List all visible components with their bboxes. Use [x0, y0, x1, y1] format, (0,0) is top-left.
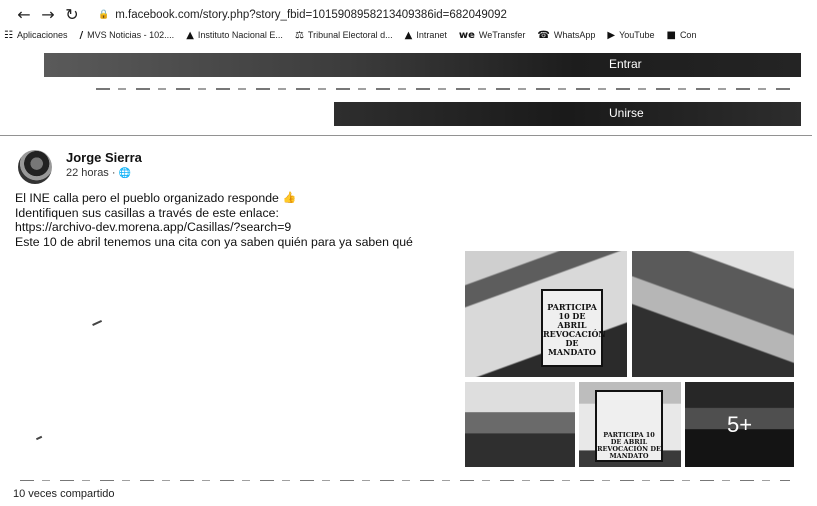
bookmark-label: WhatsApp	[553, 30, 596, 40]
bookmark-item[interactable]: ▲ Intranet	[405, 30, 447, 41]
reload-icon[interactable]: ↻	[62, 5, 82, 25]
divider	[20, 480, 790, 481]
post-link[interactable]: https://archivo-dev.morena.app/Casillas/…	[15, 220, 291, 235]
more-photos-count: 5+	[685, 382, 794, 467]
thumbs-up-icon: 👍	[282, 191, 297, 204]
post-time-text: 22 horas	[66, 167, 109, 179]
avatar[interactable]	[18, 150, 52, 184]
bookmarks-bar: ☷ Aplicaciones / MVS Noticias - 102.... ▲ Ins…	[0, 26, 817, 44]
scan-artifact	[96, 88, 796, 90]
bookmark-item[interactable]: we WeTransfer	[459, 30, 526, 41]
post-line-2: Identifiquen sus casillas a través de es…	[15, 205, 279, 220]
bookmark-item[interactable]: / MVS Noticias - 102....	[80, 30, 175, 41]
bookmark-icon: ▲	[186, 29, 194, 41]
post-photo-3[interactable]	[465, 382, 575, 467]
scan-artifact	[35, 435, 43, 440]
bookmark-label: Aplicaciones	[16, 30, 68, 40]
post-photo-2[interactable]	[632, 251, 794, 377]
bookmark-label: Con	[679, 30, 697, 40]
lock-icon: 🔒	[98, 10, 110, 20]
post-photo-4[interactable]: PARTICIPA 10 DE ABRIL REVOCACIÓN DE MAND…	[579, 382, 681, 467]
bookmark-item[interactable]: ⚖ Tribunal Electoral d...	[295, 30, 393, 41]
divider	[0, 135, 812, 136]
post-text: El INE calla pero el pueblo organizado r…	[15, 191, 413, 249]
address-bar[interactable]: 🔒 m.facebook.com/story.php?story_fbid=10…	[98, 9, 507, 21]
post-line-1: El INE calla pero el pueblo organizado r…	[15, 191, 279, 205]
bookmark-label: WeTransfer	[478, 30, 526, 40]
bookmark-label: Instituto Nacional E...	[197, 30, 283, 40]
bookmark-label: YouTube	[619, 30, 655, 40]
photo-sign-text-small: PARTICIPA 10 DE ABRIL REVOCACIÓN DE MAND…	[595, 390, 663, 462]
unirse-button[interactable]: Unirse	[334, 102, 801, 126]
bookmark-item[interactable]: ▲ Instituto Nacional E...	[186, 30, 283, 41]
bookmark-item[interactable]: ▶ YouTube	[607, 30, 654, 41]
forward-arrow-icon[interactable]: →	[38, 5, 58, 25]
youtube-icon: ▶	[607, 29, 616, 41]
post-time[interactable]: 22 horas · 🌐	[66, 167, 131, 179]
apps-icon: ☷	[4, 29, 13, 41]
bookmark-item[interactable]: ■ Con	[666, 30, 696, 41]
scan-artifact	[92, 319, 102, 326]
bookmark-label: Intranet	[416, 30, 447, 40]
bookmark-item[interactable]: ☷ Aplicaciones	[4, 30, 68, 41]
unirse-label: Unirse	[609, 106, 644, 120]
entrar-button[interactable]: Entrar	[44, 53, 801, 77]
bookmark-icon: ■	[666, 29, 676, 41]
share-count[interactable]: 10 veces compartido	[13, 488, 115, 500]
post-line-4: Este 10 de abril tenemos una cita con ya…	[15, 234, 413, 249]
globe-icon: 🌐	[118, 167, 131, 179]
photo-sign-text: PARTICIPA 10 DE ABRIL REVOCACIÓN DE MAND…	[541, 289, 606, 367]
post-author[interactable]: Jorge Sierra	[66, 150, 142, 165]
url-text[interactable]: m.facebook.com/story.php?story_fbid=1015…	[115, 9, 507, 21]
bookmark-icon: /	[79, 29, 84, 41]
bookmark-item[interactable]: ☎ WhatsApp	[537, 30, 595, 41]
bookmark-icon: we	[458, 29, 475, 41]
bookmark-icon: ⚖	[294, 29, 304, 41]
entrar-label: Entrar	[609, 57, 642, 71]
bookmark-icon: ▲	[404, 29, 413, 41]
bookmark-label: Tribunal Electoral d...	[307, 30, 393, 40]
back-arrow-icon[interactable]: ←	[14, 5, 34, 25]
whatsapp-icon: ☎	[537, 29, 550, 41]
post-photo-1[interactable]: PARTICIPA 10 DE ABRIL REVOCACIÓN DE MAND…	[465, 251, 627, 377]
bookmark-label: MVS Noticias - 102....	[87, 30, 175, 40]
post-photo-5[interactable]: 5+	[685, 382, 794, 467]
